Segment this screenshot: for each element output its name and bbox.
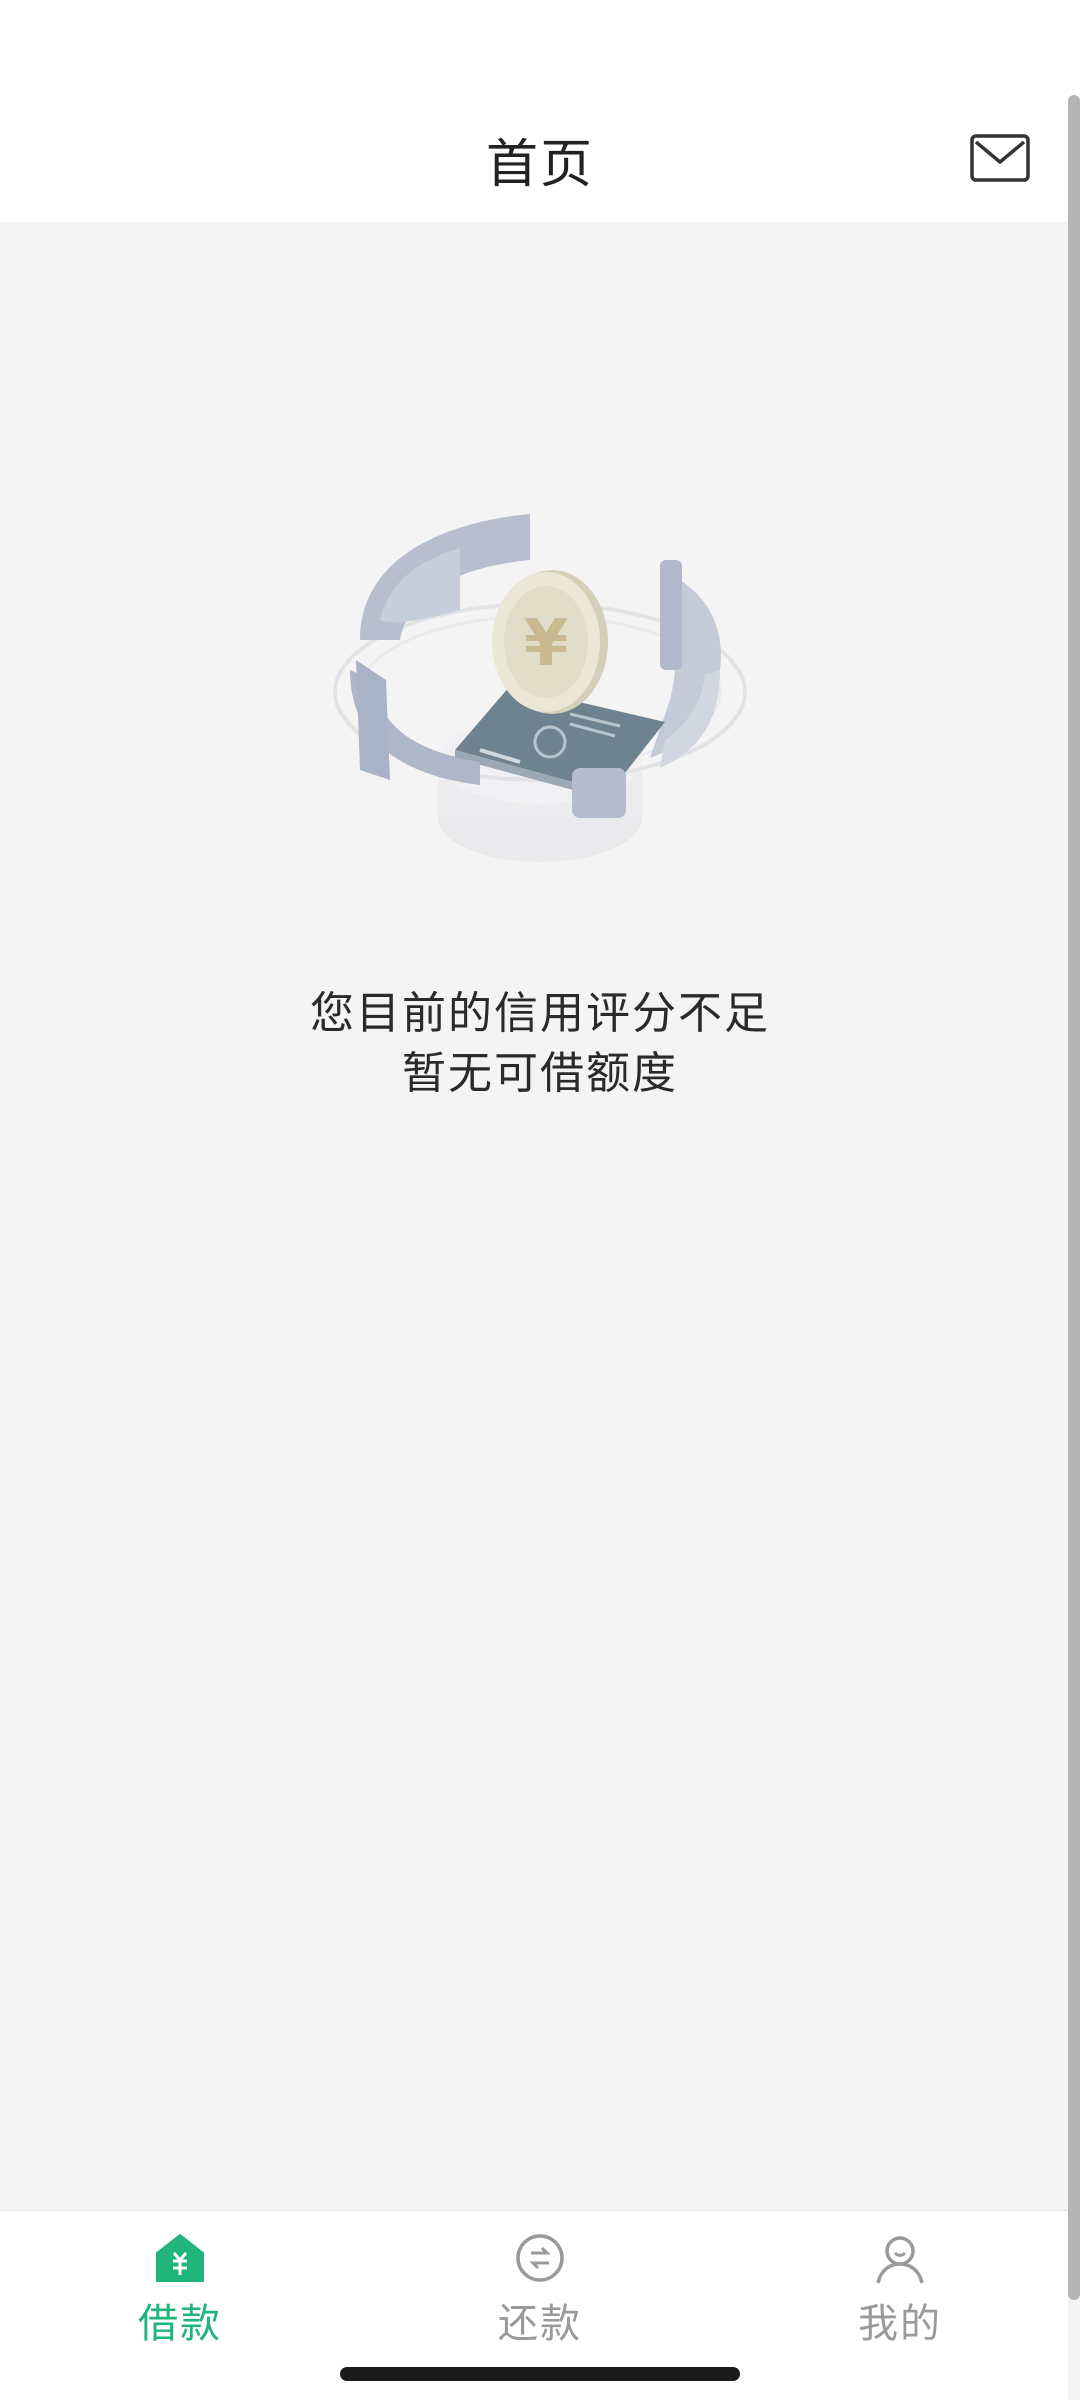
tab-borrow-label: 借款	[138, 2301, 222, 2347]
mail-icon	[970, 134, 1030, 182]
top-header: 首页	[0, 92, 1080, 222]
no-credit-limit-text: 暂无可借额度	[402, 1048, 678, 1099]
home-yen-icon	[156, 2234, 204, 2282]
app-screen: 首页 ¥ 您目前的信用评分不足 暂无可借额度 借款 还款 我的	[0, 0, 1080, 2400]
tab-borrow[interactable]: 借款	[80, 2231, 280, 2361]
credit-coin-illustration: ¥	[320, 500, 760, 900]
page-title: 首页	[485, 135, 594, 195]
mail-button[interactable]	[970, 134, 1030, 182]
empty-state-message: 您目前的信用评分不足 暂无可借额度	[0, 984, 1080, 1104]
repay-circle-icon	[516, 2234, 564, 2282]
tab-mine-label: 我的	[858, 2301, 942, 2347]
credit-score-insufficient-text: 您目前的信用评分不足	[310, 988, 770, 1039]
tab-repay[interactable]: 还款	[440, 2231, 640, 2361]
user-icon	[876, 2236, 924, 2284]
home-indicator[interactable]	[340, 2367, 740, 2381]
tab-repay-label: 还款	[498, 2301, 582, 2347]
scrollbar[interactable]	[1068, 95, 1080, 2300]
svg-text:¥: ¥	[524, 607, 569, 681]
status-bar	[0, 0, 1080, 92]
tab-mine[interactable]: 我的	[800, 2231, 1000, 2361]
